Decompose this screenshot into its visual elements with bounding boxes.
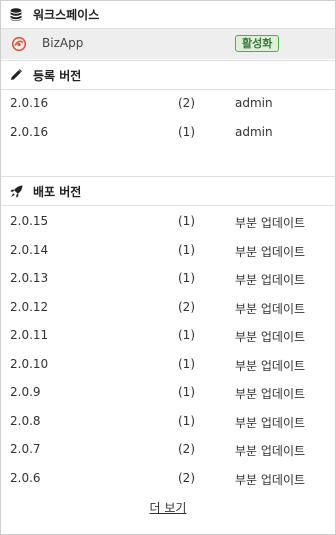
show-more-link[interactable]: 더 보기 [1,499,335,516]
change-count: (1) [178,214,195,228]
change-count: (1) [178,271,195,285]
rocket-icon [9,184,23,198]
deployed-row[interactable]: 2.0.11 (1) 부분 업데이트 [1,321,335,349]
change-count: (1) [178,125,195,139]
deployed-row[interactable]: 2.0.12 (2) 부분 업데이트 [1,293,335,321]
version-description: 부분 업데이트 [235,473,306,487]
version-description: 부분 업데이트 [235,444,306,458]
database-icon [9,7,23,22]
change-count: (1) [178,385,195,399]
workspace-title: 워크스페이스 [33,8,100,22]
pencil-icon [9,68,23,82]
change-count: (1) [178,328,195,342]
version-number: 2.0.8 [10,414,41,428]
registered-header: 등록 버전 [1,60,335,90]
status-badge: 활성화 [235,35,280,52]
version-number: 2.0.15 [10,214,49,228]
change-count: (1) [178,414,195,428]
version-number: 2.0.11 [10,328,49,342]
version-number: 2.0.16 [10,125,49,139]
version-description: 부분 업데이트 [235,302,306,316]
app-logo-icon [11,36,27,52]
version-number: 2.0.9 [10,385,41,399]
deployed-row[interactable]: 2.0.7 (2) 부분 업데이트 [1,435,335,463]
change-count: (2) [178,300,195,314]
registered-row[interactable]: 2.0.16 (2) admin [1,89,335,117]
version-number: 2.0.10 [10,357,49,371]
change-count: (1) [178,357,195,371]
change-count: (2) [178,96,195,110]
version-description: 부분 업데이트 [235,216,306,230]
registered-title: 등록 버전 [33,68,82,83]
version-description: 부분 업데이트 [235,387,306,401]
deployed-row[interactable]: 2.0.9 (1) 부분 업데이트 [1,378,335,406]
version-author: admin [235,125,273,139]
version-number: 2.0.6 [10,471,41,485]
deployed-row[interactable]: 2.0.13 (1) 부분 업데이트 [1,264,335,292]
change-count: (2) [178,442,195,456]
version-number: 2.0.7 [10,442,41,456]
workspace-item[interactable]: BizApp 활성화 [1,29,335,59]
deployed-row[interactable]: 2.0.8 (1) 부분 업데이트 [1,407,335,435]
deployed-header: 배포 버전 [1,176,335,206]
version-description: 부분 업데이트 [235,245,306,259]
version-description: 부분 업데이트 [235,359,306,373]
version-number: 2.0.14 [10,243,49,257]
version-number: 2.0.12 [10,300,49,314]
version-author: admin [235,96,273,110]
version-description: 부분 업데이트 [235,273,306,287]
change-count: (2) [178,471,195,485]
deployed-row[interactable]: 2.0.6 (2) 부분 업데이트 [1,464,335,492]
deployed-row[interactable]: 2.0.15 (1) 부분 업데이트 [1,207,335,235]
deployed-row[interactable]: 2.0.14 (1) 부분 업데이트 [1,236,335,264]
version-description: 부분 업데이트 [235,330,306,344]
deployed-row[interactable]: 2.0.10 (1) 부분 업데이트 [1,350,335,378]
change-count: (1) [178,243,195,257]
workspace-header: 워크스페이스 [1,1,335,29]
version-panel: 워크스페이스 BizApp 활성화 등록 버전 2.0.16 (2) admin… [0,0,336,535]
version-number: 2.0.13 [10,271,49,285]
version-description: 부분 업데이트 [235,416,306,430]
version-number: 2.0.16 [10,96,49,110]
deployed-title: 배포 버전 [33,184,82,199]
workspace-name: BizApp [42,36,84,50]
registered-row[interactable]: 2.0.16 (1) admin [1,118,335,146]
